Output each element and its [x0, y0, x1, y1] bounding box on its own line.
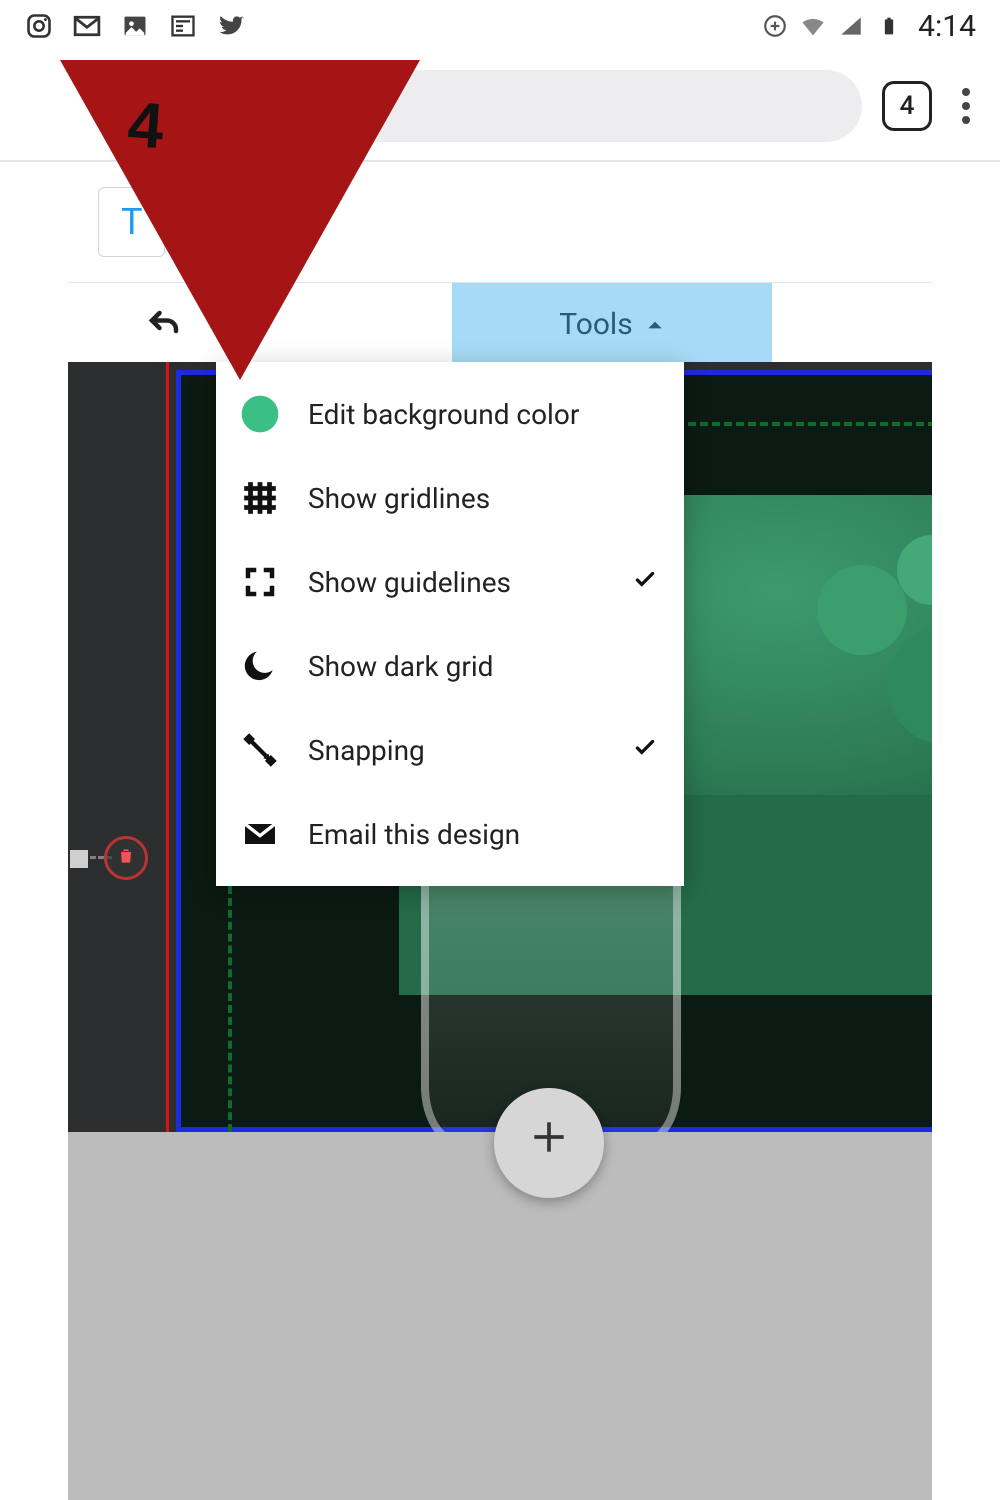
toolbar: Tools: [68, 282, 932, 366]
check-icon: [632, 566, 662, 599]
tab-switcher[interactable]: 4: [882, 81, 932, 131]
mail-icon: [238, 812, 282, 856]
menu-label: Show gridlines: [308, 482, 606, 515]
instagram-icon: [24, 11, 54, 41]
toolbar-rest: [772, 283, 932, 366]
news-icon: [168, 11, 198, 41]
tools-tab-label: Tools: [559, 307, 632, 342]
chevron-up-icon: [645, 315, 665, 335]
tools-tab[interactable]: Tools: [452, 283, 772, 366]
menu-email-design[interactable]: Email this design: [216, 792, 684, 876]
add-button[interactable]: [494, 1088, 604, 1198]
tools-dropdown: Edit background color Show gridlines Sho…: [216, 362, 684, 886]
text-button[interactable]: T: [98, 187, 165, 257]
bottom-panel: [68, 1132, 932, 1500]
status-bar: 4:14: [0, 0, 1000, 52]
menu-label: Snapping: [308, 734, 606, 767]
check-icon: [632, 734, 662, 767]
guide-red: [166, 362, 169, 1132]
menu-snapping[interactable]: Snapping: [216, 708, 684, 792]
download-icon: [760, 11, 790, 41]
photos-icon: [120, 11, 150, 41]
menu-show-gridlines[interactable]: Show gridlines: [216, 456, 684, 540]
undo-button[interactable]: [68, 283, 260, 366]
corners-icon: [238, 560, 282, 604]
battery-icon: [874, 11, 904, 41]
menu-label: Email this design: [308, 818, 606, 851]
status-clock: 4:14: [918, 9, 976, 44]
url-text: m/glass_blac: [130, 86, 334, 126]
page-area: T Tools: [68, 162, 932, 1500]
browser-menu-icon[interactable]: [952, 88, 980, 124]
menu-show-dark-grid[interactable]: Show dark grid: [216, 624, 684, 708]
menu-label: Edit background color: [308, 398, 606, 431]
plus-icon: [527, 1115, 571, 1171]
status-left: [24, 11, 246, 41]
wifi-icon: [798, 11, 828, 41]
grid-icon: [238, 476, 282, 520]
twitter-icon: [216, 11, 246, 41]
resize-handle[interactable]: [70, 850, 88, 868]
signal-icon: [836, 11, 866, 41]
delete-button[interactable]: [104, 836, 148, 880]
snap-arrow-icon: [238, 728, 282, 772]
tab-count: 4: [900, 91, 915, 121]
green-circle-icon: [238, 392, 282, 436]
menu-show-guidelines[interactable]: Show guidelines: [216, 540, 684, 624]
text-button-label: T: [121, 201, 142, 243]
url-bar[interactable]: m/glass_blac: [100, 70, 862, 142]
top-row: T: [68, 162, 932, 282]
menu-label: Show dark grid: [308, 650, 606, 683]
gmail-icon: [72, 11, 102, 41]
menu-label: Show guidelines: [308, 566, 606, 599]
trash-icon: [116, 846, 136, 871]
undo-icon: [146, 307, 182, 343]
moon-icon: [238, 644, 282, 688]
browser-bar: m/glass_blac 4: [0, 52, 1000, 162]
menu-edit-bg-color[interactable]: Edit background color: [216, 372, 684, 456]
status-right: 4:14: [760, 9, 976, 44]
